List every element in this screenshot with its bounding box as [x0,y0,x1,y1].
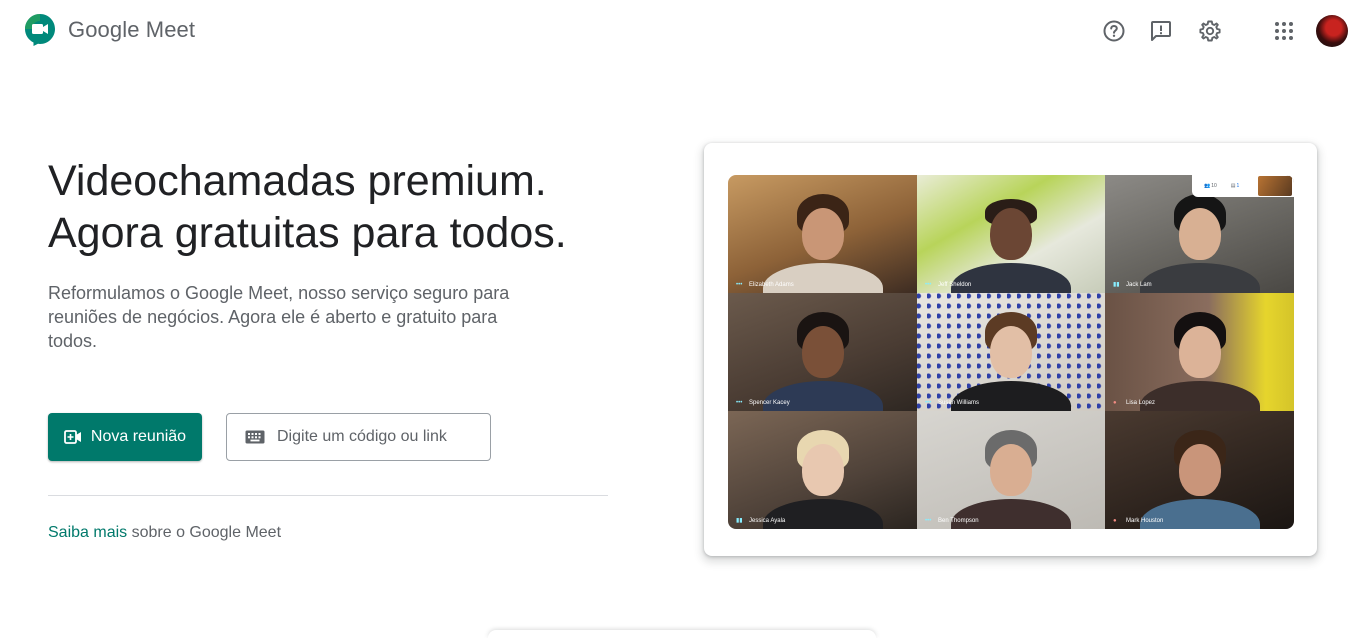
participant-name: ● Mark Houston [1113,517,1164,525]
participant-name-text: Ben Thompson [938,518,979,524]
video-tile: ••• Ben Thompson [917,411,1105,529]
page-subtitle: Reformulamos o Google Meet, nosso serviç… [48,283,510,351]
video-tile: ● Mark Houston [1105,411,1294,529]
participant-name: ••• Jeff Sheldon [925,281,972,289]
logo-word-meet: Meet [145,17,196,42]
apps-button[interactable] [1267,14,1301,48]
mini-meeting-toolbar: 👥 10 ▤ 1 [1192,175,1294,197]
meeting-code-field[interactable] [226,413,491,461]
video-tile: ▮▮ Jack Lam 👥 10 ▤ 1 [1105,175,1294,293]
self-view-thumbnail [1258,176,1292,196]
settings-button[interactable] [1193,14,1227,48]
settings-icon [1199,20,1221,42]
headline-line-2: Agora gratuitas para todos. [48,209,567,257]
keyboard-icon [245,430,265,444]
video-tile: ••• Spencer Kacey [728,293,917,411]
google-meet-logo[interactable]: Google Meet [24,13,195,47]
meeting-illustration-card: ••• Elizabeth Adams ••• Jeff Sheldon ▮▮ Jac… [704,143,1317,556]
divider [48,495,608,496]
chat-count: 1 [1236,183,1240,189]
participant-name-text: Elizabeth Adams [749,282,794,288]
logo-text: Google Meet [68,17,195,43]
feedback-button[interactable] [1144,14,1178,48]
logo-word-google: Google [68,17,140,42]
participant-name: ••• Susan Williams [925,399,980,407]
learn-more-link[interactable]: Saiba mais [48,524,127,541]
headline-line-1: Videochamadas premium. [48,157,547,205]
video-tile: ••• Elizabeth Adams [728,175,917,293]
new-meeting-button[interactable]: Nova reunião [48,413,202,461]
participant-name: ▮▮ Jack Lam [1113,281,1152,289]
people-count: 10 [1211,183,1217,189]
video-tile: ••• Jeff Sheldon [917,175,1105,293]
participant-name-text: Jessica Ayala [749,518,786,524]
participant-name: ▮▮ Jessica Ayala [736,517,786,525]
learn-more-text: Saiba mais sobre o Google Meet [48,524,281,542]
apps-grid-icon [1275,22,1293,40]
page-headline: Videochamadas premium. Agora gratuitas p… [48,155,567,259]
participant-name-text: Jeff Sheldon [938,282,972,288]
participant-name: ••• Spencer Kacey [736,399,790,407]
video-tile: ● Lisa Lopez [1105,293,1294,411]
participant-name-text: Mark Houston [1126,518,1164,524]
video-tile: ••• Susan Williams [917,293,1105,411]
video-grid-illustration: ••• Elizabeth Adams ••• Jeff Sheldon ▮▮ Jac… [728,175,1294,529]
participant-name-text: Jack Lam [1126,282,1152,288]
help-button[interactable] [1097,14,1131,48]
participant-name: ••• Elizabeth Adams [736,281,794,289]
participant-name-text: Spencer Kacey [749,400,790,406]
feedback-icon [1151,21,1171,41]
participant-name-text: Susan Williams [938,400,980,406]
meet-logo-icon [25,14,55,46]
chat-icon: ▤ [1230,183,1236,189]
learn-more-suffix: sobre o Google Meet [127,524,282,541]
video-call-icon [64,430,82,444]
help-icon [1103,20,1125,42]
account-avatar[interactable] [1316,15,1348,47]
video-tile: ▮▮ Jessica Ayala [728,411,917,529]
meeting-code-input[interactable] [275,427,479,447]
participant-name: ● Lisa Lopez [1113,399,1156,407]
people-icon: 👥 [1204,183,1211,189]
participant-name-text: Lisa Lopez [1126,400,1156,406]
new-meeting-label: Nova reunião [90,428,187,445]
participant-name: ••• Ben Thompson [925,517,979,525]
